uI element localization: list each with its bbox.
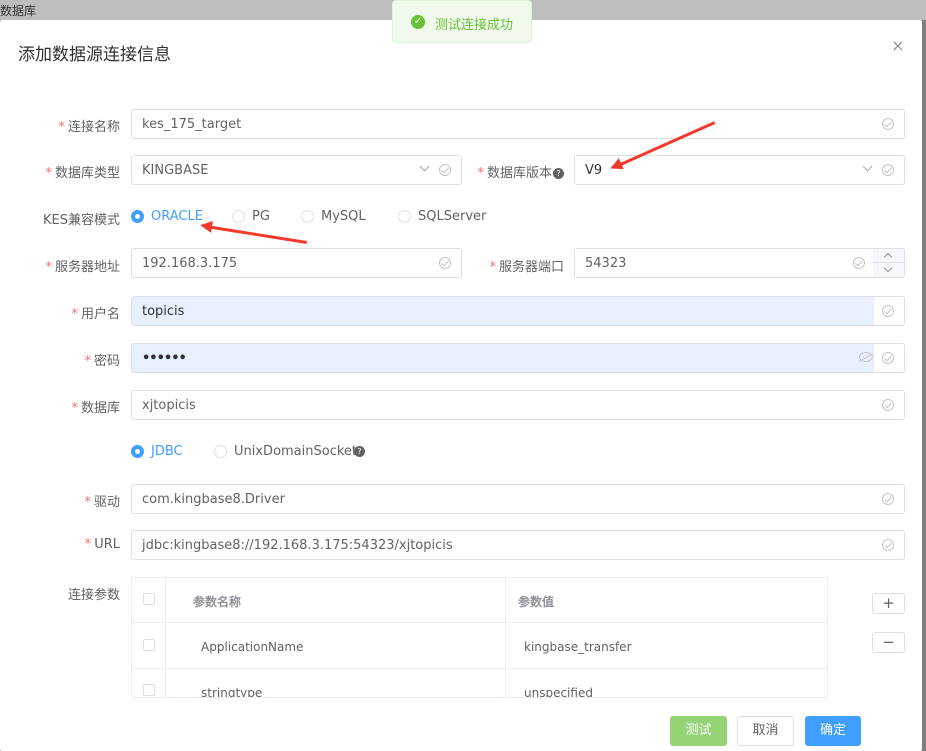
- username-label: * 用户名: [71, 307, 120, 322]
- server-port-input[interactable]: 54323: [574, 248, 874, 278]
- table-row[interactable]: stringtype unspecified: [132, 669, 827, 697]
- select-all-checkbox[interactable]: [143, 593, 155, 605]
- param-name-cell[interactable]: stringtype: [201, 686, 262, 697]
- row-checkbox[interactable]: [143, 684, 155, 696]
- compat-mode-label: KES兼容模式: [43, 213, 120, 228]
- username-input[interactable]: topicis: [131, 296, 905, 326]
- server-addr-label: * 服务器地址: [45, 260, 120, 275]
- param-name-cell[interactable]: ApplicationName: [201, 640, 303, 654]
- port-stepper[interactable]: [873, 248, 905, 278]
- db-version-select[interactable]: V9: [574, 155, 905, 185]
- row-checkbox[interactable]: [143, 639, 155, 651]
- database-input[interactable]: xjtopicis: [131, 390, 905, 420]
- confirm-button[interactable]: 确定: [805, 716, 861, 746]
- password-input[interactable]: ••••••: [131, 343, 905, 373]
- valid-check-icon: [882, 352, 894, 364]
- driver-input[interactable]: com.kingbase8.Driver: [131, 484, 905, 514]
- valid-check-icon: [439, 164, 451, 176]
- header-param-name: 参数名称: [193, 595, 242, 609]
- param-value-cell[interactable]: unspecified: [524, 686, 593, 697]
- eye-off-icon[interactable]: [859, 352, 873, 362]
- table-row[interactable]: ApplicationName kingbase_transfer: [132, 623, 827, 669]
- cancel-button[interactable]: 取消: [737, 716, 794, 746]
- db-version-label: * 数据库版本?: [472, 162, 564, 181]
- decrease-icon[interactable]: [873, 263, 904, 277]
- success-toast: ✓ 测试连接成功: [392, 0, 532, 43]
- param-value-cell[interactable]: kingbase_transfer: [524, 640, 632, 654]
- db-type-select[interactable]: KINGBASE: [131, 155, 462, 185]
- dialog-title: 添加数据源连接信息: [18, 45, 171, 65]
- valid-check-icon: [882, 305, 894, 317]
- params-label: 连接参数: [67, 588, 120, 603]
- url-input[interactable]: jdbc:kingbase8://192.168.3.175:54323/xjt…: [131, 530, 905, 560]
- help-icon[interactable]: ?: [354, 446, 365, 457]
- server-addr-input[interactable]: 192.168.3.175: [131, 248, 462, 278]
- server-port-label: * 服务器端口: [489, 260, 564, 275]
- valid-check-icon: [882, 164, 894, 176]
- conn-name-input[interactable]: kes_175_target: [131, 109, 905, 139]
- remove-param-button[interactable]: −: [872, 632, 905, 653]
- password-label: * 密码: [84, 354, 120, 369]
- valid-check-icon: [439, 257, 451, 269]
- check-circle-icon: ✓: [411, 15, 425, 29]
- url-label: * URL: [84, 537, 120, 552]
- increase-icon[interactable]: [873, 249, 904, 263]
- chevron-down-icon: [419, 162, 429, 172]
- valid-check-icon: [882, 539, 894, 551]
- conn-name-label: * 连接名称: [58, 120, 120, 135]
- chevron-down-icon: [862, 162, 872, 172]
- driver-label: * 驱动: [84, 495, 120, 510]
- valid-check-icon: [882, 118, 894, 130]
- database-label: * 数据库: [71, 401, 120, 416]
- help-icon[interactable]: ?: [553, 168, 564, 179]
- header-param-value: 参数值: [518, 595, 555, 609]
- close-icon[interactable]: ×: [890, 38, 906, 54]
- valid-check-icon: [853, 257, 865, 269]
- toast-message: 测试连接成功: [435, 18, 514, 33]
- test-button[interactable]: 测试: [670, 716, 727, 746]
- valid-check-icon: [882, 399, 894, 411]
- add-param-button[interactable]: +: [872, 593, 905, 614]
- valid-check-icon: [882, 493, 894, 505]
- table-header: 参数名称 参数值: [132, 578, 827, 623]
- params-table: 参数名称 参数值 ApplicationName kingbase_transf…: [131, 577, 828, 698]
- db-type-label: * 数据库类型: [45, 166, 120, 181]
